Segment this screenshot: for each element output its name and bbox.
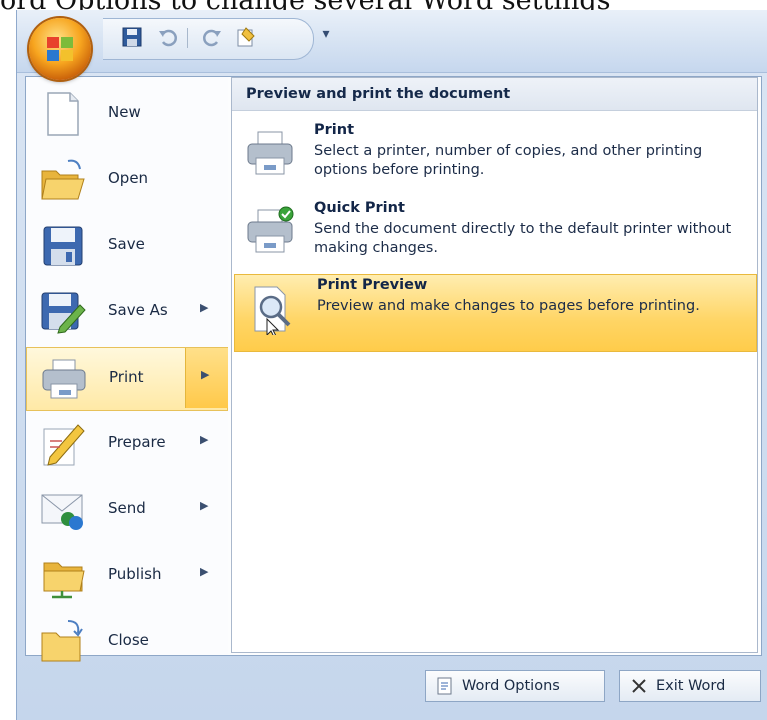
menu-item-label: Save [108,235,145,253]
customize-qat-dropdown[interactable]: ▾ [317,26,335,46]
menu-item-label: Publish [108,565,162,583]
submenu-option-title: Quick Print [314,200,405,216]
submenu-option-quick-print[interactable]: Quick Print Send the document directly t… [232,198,757,274]
submenu-arrow-icon: ▶ [201,368,210,381]
word-window: ▾ New Open Save Save As ▶ Print ▶ Prepar… [16,10,767,720]
quick-print-icon [247,206,294,253]
submenu-header-text: Preview and print the document [246,86,511,102]
undo-qat-icon[interactable] [153,22,183,52]
submenu-option-desc: Preview and make changes to pages before… [317,298,700,314]
qat-separator [187,28,188,48]
submenu-arrow-icon: ▶ [200,499,209,512]
redo-qat-icon[interactable] [197,22,227,52]
submenu-arrow-icon: ▶ [200,433,209,446]
exit-word-label: Exit Word [656,678,726,694]
submenu-option-print[interactable]: Print Select a printer, number of copies… [232,120,757,196]
menu-item-label: Send [108,499,146,517]
submenu-arrow-icon: ▶ [200,565,209,578]
menu-item-open[interactable]: Open [26,149,228,211]
save-qat-icon[interactable] [117,22,147,52]
word-options-icon [434,675,456,697]
print-preview-icon [254,286,291,335]
save-as-icon [41,292,86,334]
submenu-option-title: Print [314,122,355,138]
menu-item-send[interactable]: Send ▶ [26,479,228,541]
menu-item-prepare[interactable]: Prepare ▶ [26,413,228,475]
menu-item-publish[interactable]: Publish ▶ [26,545,228,607]
quick-access-toolbar: ▾ [17,10,767,73]
word-options-button[interactable]: Word Options [425,670,605,702]
submenu-arrow-icon: ▶ [200,301,209,314]
menu-item-save-as[interactable]: Save As ▶ [26,281,228,343]
menu-item-label: Print [109,368,144,386]
menu-item-new[interactable]: New [26,83,228,145]
menu-item-label: Open [108,169,149,187]
submenu-option-title: Print Preview [317,277,428,293]
menu-item-label: Save As [108,301,168,319]
office-button[interactable] [29,18,91,80]
submenu-option-print-preview[interactable]: Print Preview Preview and make changes t… [234,274,757,352]
printer-icon [247,131,293,175]
exit-word-button[interactable]: Exit Word [619,670,761,702]
office-logo-icon [47,37,73,61]
printer-icon [42,359,86,399]
office-menu-footer: Word Options Exit Word [17,658,767,720]
office-menu: New Open Save Save As ▶ Print ▶ Prepare … [25,76,762,662]
submenu-option-desc: Send the document directly to the defaul… [314,221,732,256]
print-submenu-panel: Preview and print the document Print Sel… [231,77,758,653]
menu-item-label: New [108,103,141,121]
submenu-header: Preview and print the document [232,78,757,111]
send-icon [41,494,83,530]
prepare-pencil-icon [43,424,85,466]
menu-item-save[interactable]: Save [26,215,228,277]
submenu-option-desc: Select a printer, number of copies, and … [314,143,703,178]
office-menu-commands: New Open Save Save As ▶ Print ▶ Prepare … [26,77,228,662]
new-note-qat-icon[interactable] [231,22,261,52]
new-document-icon [47,92,79,136]
publish-folder-icon [43,562,85,599]
save-disk-icon [43,226,83,266]
close-icon [628,675,650,697]
menu-item-print[interactable]: Print ▶ [26,347,228,411]
word-options-label: Word Options [462,678,560,694]
menu-item-label: Close [108,631,149,649]
open-folder-icon [41,159,85,200]
menu-item-label: Prepare [108,433,166,451]
